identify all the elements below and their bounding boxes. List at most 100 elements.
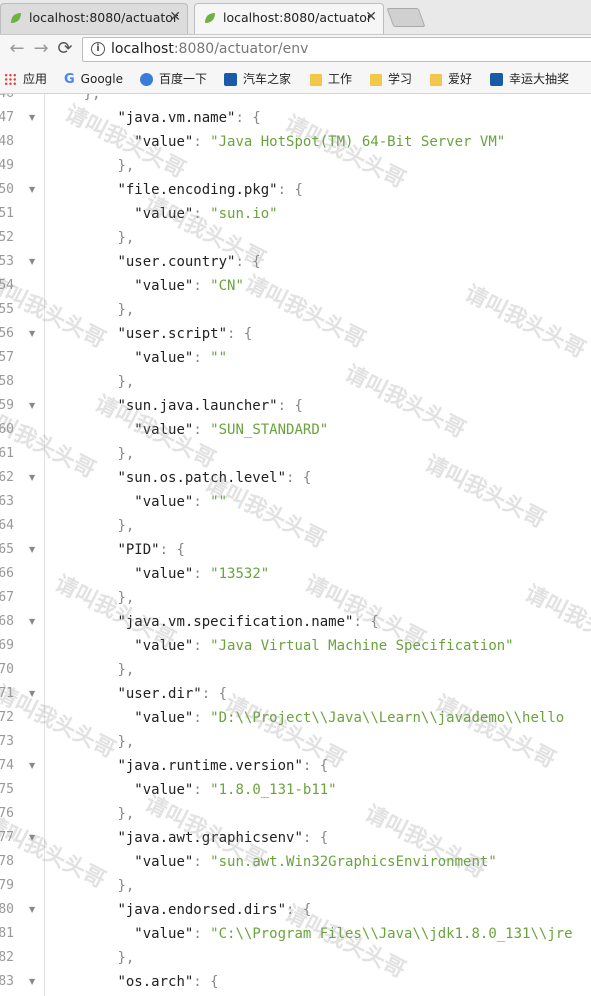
fold-arrow-icon[interactable]: ▼ xyxy=(29,322,35,346)
fold-arrow-icon[interactable]: ▼ xyxy=(29,538,35,562)
code-text: "java.vm.specification.name": { xyxy=(50,610,378,634)
code-line: 76 }, xyxy=(0,802,591,826)
json-key: "value" xyxy=(134,710,194,726)
json-key: "value" xyxy=(134,638,194,654)
json-key: "user.dir" xyxy=(117,686,202,702)
code-text: }, xyxy=(50,226,134,250)
fold-arrow-icon[interactable]: ▼ xyxy=(29,394,35,418)
bookmark-folder-work[interactable]: 工作 xyxy=(310,65,352,93)
line-number: 66 xyxy=(0,566,14,581)
arrow-left-icon[interactable]: ← xyxy=(6,38,28,60)
info-icon[interactable]: i xyxy=(91,42,105,56)
fold-arrow-icon[interactable]: ▼ xyxy=(29,250,35,274)
code-text: }, xyxy=(50,874,134,898)
code-line: 81 "value": "C:\\Program Files\\Java\\jd… xyxy=(0,922,591,946)
tab-actuator-2[interactable]: localhost:8080/actuator ✕ xyxy=(194,3,384,34)
json-string-value: "SUN_STANDARD" xyxy=(210,422,329,438)
bookmark-autohome[interactable]: 汽车之家 xyxy=(224,65,291,93)
code-line: 64 }, xyxy=(0,514,591,538)
code-line: 68 ▼ "java.vm.specification.name": { xyxy=(0,610,591,634)
fold-arrow-icon[interactable]: ▼ xyxy=(29,970,35,994)
fold-arrow-icon[interactable]: ▼ xyxy=(29,754,35,778)
bookmark-apps[interactable]: 应用 xyxy=(4,65,47,93)
bookmark-google[interactable]: G Google xyxy=(64,65,123,93)
line-number: 68 xyxy=(0,614,14,629)
code-line: 74 ▼ "java.runtime.version": { xyxy=(0,754,591,778)
code-text: }, xyxy=(50,298,134,322)
fold-arrow-icon[interactable]: ▼ xyxy=(29,178,35,202)
close-icon[interactable]: ✕ xyxy=(169,4,181,31)
home-icon xyxy=(490,73,503,86)
bookmark-baidu[interactable]: 百度一下 xyxy=(140,65,207,93)
close-icon[interactable]: ✕ xyxy=(365,4,377,31)
line-number: 74 xyxy=(0,758,14,773)
new-tab-button[interactable] xyxy=(386,8,426,27)
line-number: 72 xyxy=(0,710,14,725)
punctuation: : { xyxy=(277,398,303,414)
line-number: 51 xyxy=(0,206,14,221)
code-text: }, xyxy=(50,658,134,682)
json-key: "value" xyxy=(134,422,194,438)
fold-arrow-icon[interactable]: ▼ xyxy=(29,466,35,490)
reload-icon[interactable]: ⟳ xyxy=(54,38,76,60)
address-bar[interactable]: i localhost:8080/actuator/env xyxy=(82,37,591,62)
bookmark-lottery[interactable]: 幸运大抽奖 xyxy=(490,65,569,93)
code-line: 49 }, xyxy=(0,154,591,178)
punctuation: : xyxy=(193,278,211,294)
line-number: 73 xyxy=(0,734,14,749)
fold-arrow-icon[interactable]: ▼ xyxy=(29,898,35,922)
bookmark-label: 爱好 xyxy=(448,72,473,86)
code-line: 77 ▼ "java.awt.graphicsenv": { xyxy=(0,826,591,850)
bookmarks-bar: 应用 G Google 百度一下 汽车之家 工作 学习 爱好 幸运大抽奖 xyxy=(0,65,591,94)
fold-arrow-icon[interactable]: ▼ xyxy=(29,106,35,130)
fold-arrow-icon[interactable]: ▼ xyxy=(29,610,35,634)
code-line: 70 }, xyxy=(0,658,591,682)
line-number: 78 xyxy=(0,854,14,869)
json-key: "PID" xyxy=(117,542,160,558)
line-number: 60 xyxy=(0,422,14,437)
bookmark-folder-hobby[interactable]: 爱好 xyxy=(430,65,472,93)
code-line: 71 ▼ "user.dir": { xyxy=(0,682,591,706)
arrow-right-icon[interactable]: → xyxy=(30,38,52,60)
bookmark-label: 汽车之家 xyxy=(243,72,292,86)
json-key: "java.endorsed.dirs" xyxy=(117,902,287,918)
json-key: "user.country" xyxy=(117,254,236,270)
punctuation: : { xyxy=(277,182,303,198)
tab-title: localhost:8080/actuator xyxy=(29,10,179,25)
line-number: 62 xyxy=(0,470,14,485)
line-number: 56 xyxy=(0,326,14,341)
line-number: 71 xyxy=(0,686,14,701)
google-icon: G xyxy=(64,71,75,87)
json-key: "value" xyxy=(134,782,194,798)
line-number: 55 xyxy=(0,302,14,317)
line-number: 83 xyxy=(0,974,14,989)
punctuation: : { xyxy=(201,686,228,702)
code-line: 55 }, xyxy=(0,298,591,322)
folder-icon xyxy=(430,73,442,86)
code-line: 59 ▼ "sun.java.launcher": { xyxy=(0,394,591,418)
url-host: localhost xyxy=(111,41,174,57)
punctuation: }, xyxy=(117,590,135,606)
bookmark-folder-study[interactable]: 学习 xyxy=(370,65,412,93)
fold-arrow-icon[interactable]: ▼ xyxy=(29,682,35,706)
line-number: 50 xyxy=(0,182,14,197)
home-icon xyxy=(224,73,237,86)
bookmark-label: 学习 xyxy=(388,72,413,86)
code-text: "value": "sun.awt.Win32GraphicsEnvironme… xyxy=(50,850,496,874)
line-number: 80 xyxy=(0,902,14,917)
punctuation: : xyxy=(193,854,211,870)
bookmark-label: 百度一下 xyxy=(159,72,208,86)
json-key: "value" xyxy=(134,566,194,582)
punctuation: : { xyxy=(286,902,312,918)
json-string-value: "" xyxy=(210,350,228,366)
line-number: 63 xyxy=(0,494,14,509)
tab-actuator-1[interactable]: localhost:8080/actuator ✕ xyxy=(0,3,188,34)
folder-icon xyxy=(310,73,322,86)
line-number: 48 xyxy=(0,134,14,149)
fold-arrow-icon[interactable]: ▼ xyxy=(29,826,35,850)
